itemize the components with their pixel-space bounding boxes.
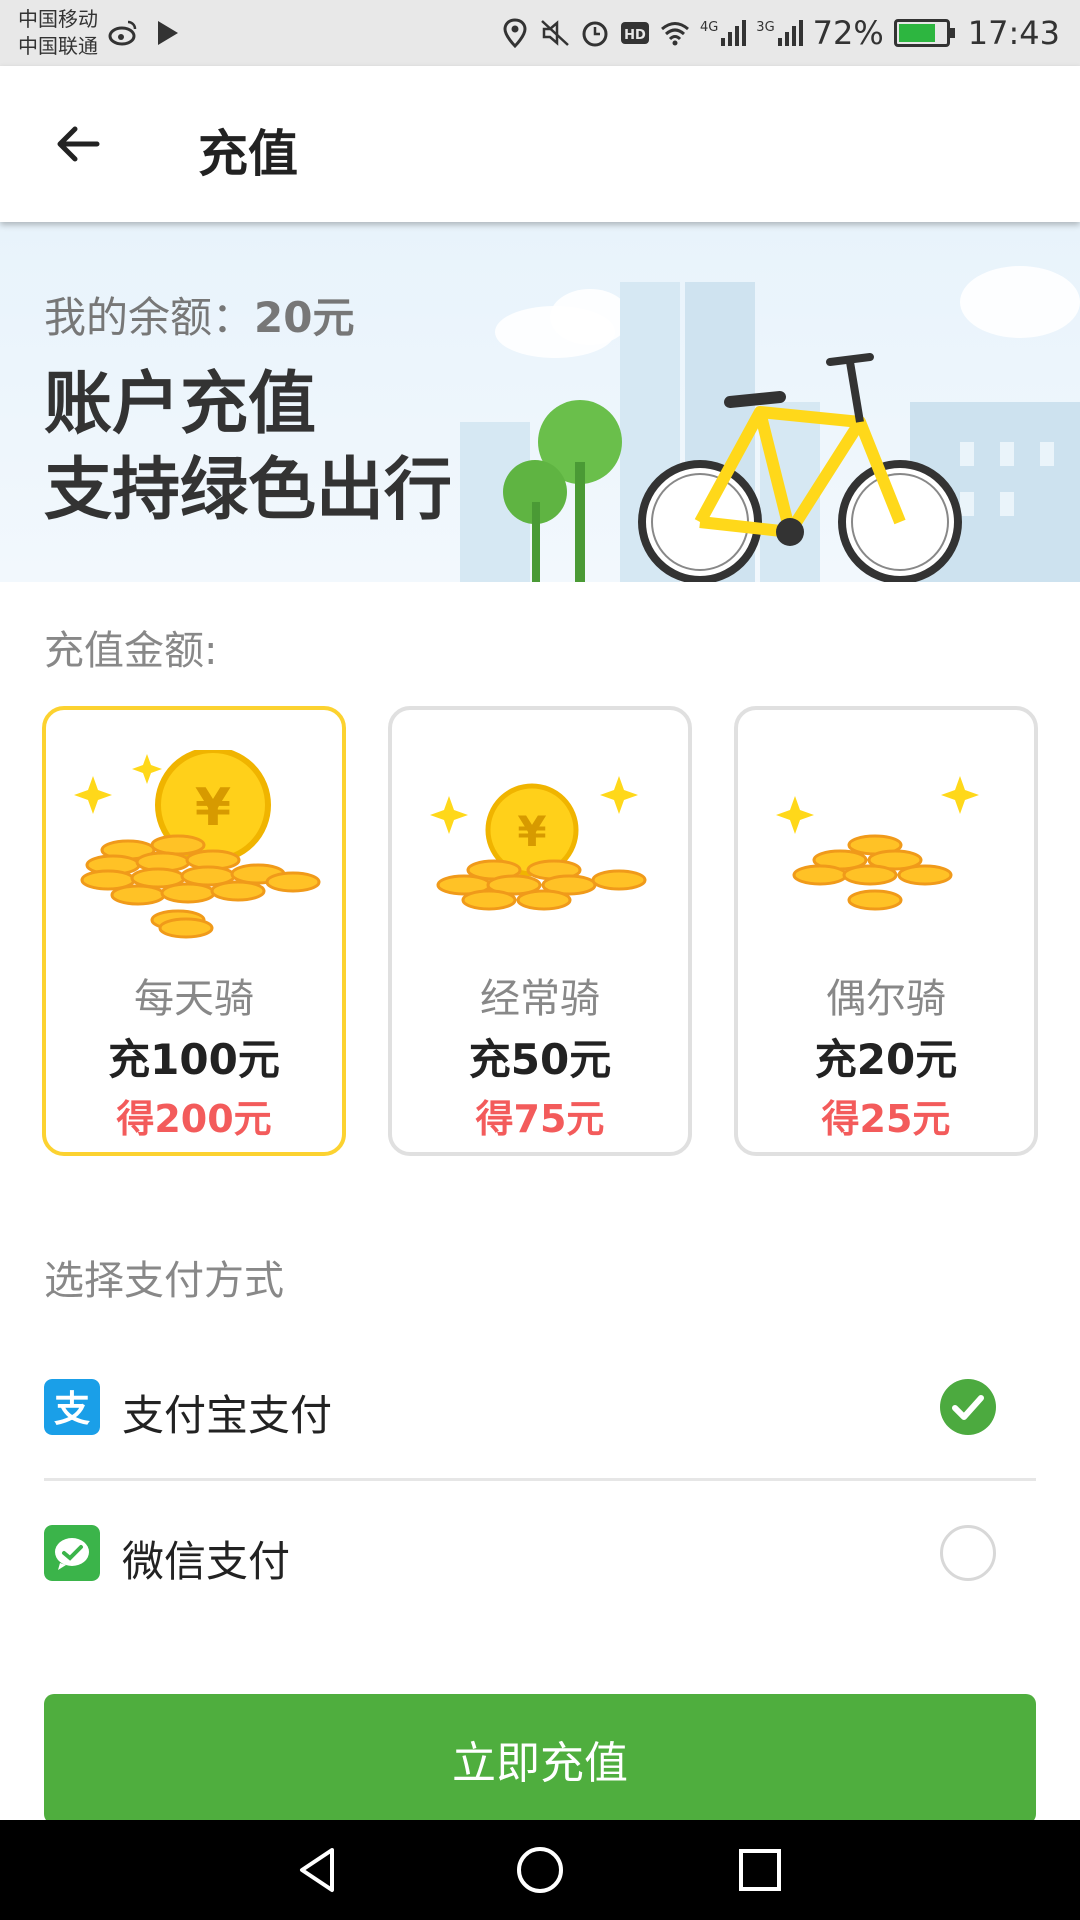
system-nav-bar: [0, 1820, 1080, 1920]
option-bonus: 得75元: [475, 1097, 605, 1141]
option-name: 偶尔骑: [826, 976, 946, 1022]
svg-text:¥: ¥: [195, 778, 231, 838]
option-charge: 充50元: [468, 1035, 612, 1084]
battery-level: [898, 24, 935, 42]
amount-option-50[interactable]: ¥ 经常骑 充50元 得75元: [388, 706, 692, 1156]
back-triangle-icon[interactable]: [290, 1840, 350, 1900]
amount-option-20[interactable]: 偶尔骑 充20元 得25元: [734, 706, 1038, 1156]
alarm-icon: [582, 21, 608, 47]
battery-percent: 72%: [812, 14, 884, 52]
svg-text:支: 支: [54, 1389, 90, 1430]
back-button[interactable]: [40, 106, 116, 182]
app-bar: 充值: [0, 66, 1080, 222]
wifi-icon: [660, 22, 689, 46]
signal-3g-icon: 3G: [756, 20, 803, 46]
amount-option-100[interactable]: ¥ 每天骑 充100元 得200元: [42, 706, 346, 1156]
option-name: 每天骑: [134, 976, 254, 1022]
carrier-1: 中国移动: [18, 7, 98, 31]
radio-checked-icon[interactable]: [940, 1379, 996, 1435]
balance-label: 我的余额：: [44, 293, 255, 342]
balance-line: 我的余额：20元: [44, 284, 354, 345]
svg-text:¥: ¥: [517, 807, 546, 856]
balance-value: 20元: [254, 293, 355, 342]
play-icon: [158, 21, 178, 45]
battery-icon: [893, 19, 955, 47]
weibo-icon: [108, 20, 137, 46]
coins-large-icon: ¥: [74, 750, 321, 939]
mute-icon: [541, 20, 569, 46]
option-bonus: 得200元: [116, 1097, 272, 1141]
payment-option-alipay[interactable]: 支 支付宝支付: [44, 1334, 1036, 1480]
wechat-icon: [44, 1525, 100, 1581]
signal-4g-icon: 4G: [699, 20, 747, 46]
recents-square-icon[interactable]: [730, 1840, 790, 1900]
radio-unchecked-icon[interactable]: [940, 1525, 996, 1581]
coins-small-icon: [776, 776, 979, 911]
option-name: 经常骑: [480, 976, 600, 1022]
carrier-2: 中国联通: [18, 34, 98, 58]
slogan-line-2: 支持绿色出行: [44, 451, 453, 530]
page-title: 充值: [198, 125, 298, 183]
svg-text:HD: HD: [624, 28, 646, 43]
recharge-now-button[interactable]: 立即充值: [44, 1694, 1036, 1824]
home-circle-icon[interactable]: [510, 1840, 570, 1900]
hd-icon: HD: [620, 22, 649, 44]
location-icon: [503, 18, 527, 48]
option-bonus: 得25元: [821, 1097, 951, 1141]
status-bar: 中国移动 中国联通 HD 4G 3G 72% 17:43: [0, 0, 1080, 66]
promo-banner: 我的余额：20元 账户充值 支持绿色出行: [0, 222, 1080, 582]
arrow-left-icon: [57, 126, 100, 162]
net-3g-label: 3G: [756, 20, 775, 35]
bicycle-illustration: [460, 266, 1080, 582]
payment-section-label: 选择支付方式: [44, 1258, 284, 1304]
carrier-info: 中国移动 中国联通: [18, 6, 98, 60]
amount-section-label: 充值金额:: [44, 628, 218, 674]
clock: 17:43: [967, 14, 1060, 52]
net-4g-label: 4G: [699, 20, 719, 35]
payment-label: 微信支付: [122, 1537, 291, 1586]
alipay-icon: 支: [44, 1379, 100, 1435]
payment-label: 支付宝支付: [122, 1391, 333, 1440]
coins-medium-icon: ¥: [430, 776, 647, 911]
option-charge: 充100元: [108, 1035, 280, 1084]
slogan-line-1: 账户充值: [44, 365, 317, 444]
banner-slogan: 账户充值 支持绿色出行: [44, 362, 452, 534]
option-charge: 充20元: [814, 1035, 958, 1084]
payment-option-wechat[interactable]: 微信支付: [44, 1480, 1036, 1626]
